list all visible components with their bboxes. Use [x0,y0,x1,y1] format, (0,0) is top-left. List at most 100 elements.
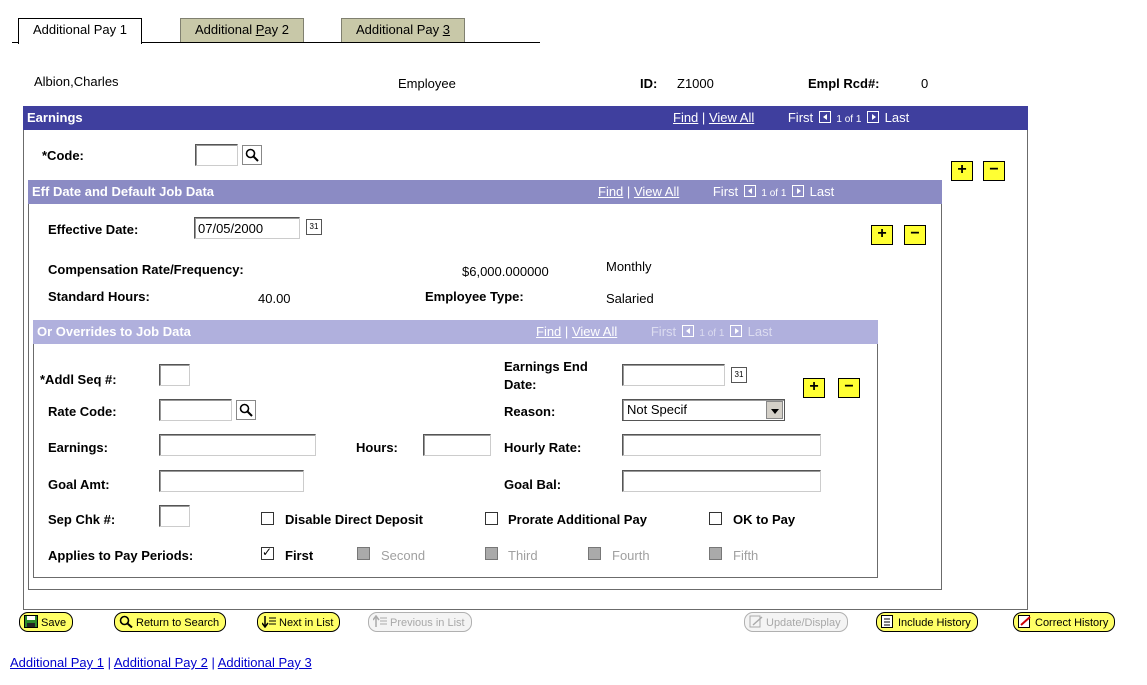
hourly-rate-input[interactable] [622,434,821,456]
earnings-amount-label: Earnings: [48,440,108,455]
eff-date-title: Eff Date and Default Job Data [32,184,215,199]
tab-additional-pay-1[interactable]: Additional Pay 1 [18,18,142,44]
earnings-end-date-label-1: Earnings End [504,359,588,374]
next-list-icon [261,615,276,629]
previous-in-list-button: Previous in List [368,612,472,632]
comp-rate-value: $6,000.000000 [462,264,549,279]
prorate-additional-pay-checkbox[interactable] [485,512,498,525]
employee-name: Albion,Charles [34,74,119,89]
goal-amt-label: Goal Amt: [48,477,110,492]
overrides-title: Or Overrides to Job Data [37,324,191,339]
goal-amt-input[interactable] [159,470,304,492]
rate-code-label: Rate Code: [48,404,117,419]
earnings-header: Earnings Find | View All First 1 of 1 La… [23,106,1028,130]
addl-seq-input[interactable] [159,364,190,386]
id-label: ID: [640,76,658,91]
ok-to-pay-checkbox[interactable] [709,512,722,525]
correct-history-icon [1018,615,1032,628]
rate-code-lookup-icon[interactable] [236,400,256,420]
earnings-end-date-input[interactable] [622,364,725,386]
sep-chk-input[interactable] [159,505,190,527]
save-icon [24,615,38,628]
hours-label: Hours: [356,440,398,455]
employee-role: Employee [398,76,456,91]
next-arrow-icon[interactable] [792,185,805,197]
footer-link-additional-pay-3[interactable]: Additional Pay 3 [218,655,312,670]
include-history-label: Include History [898,617,971,629]
code-label: *Code: [42,148,84,163]
effective-date-input[interactable] [194,217,300,239]
footer-link-additional-pay-2[interactable]: Additional Pay 2 [114,655,208,670]
overrides-find-link[interactable]: Find [536,324,561,339]
calendar-icon[interactable]: 31 [306,219,322,235]
ok-to-pay-label: OK to Pay [733,512,796,527]
save-label: Save [41,617,67,629]
eff-add-row-button[interactable]: + [871,225,893,245]
earnings-view-all-link[interactable]: View All [709,110,754,125]
period-second-checkbox [357,547,370,560]
update-display-icon [749,615,763,628]
employee-type-value: Salaried [606,291,654,306]
earnings-amount-input[interactable] [159,434,316,456]
goal-bal-label: Goal Bal: [504,477,562,492]
period-second-label: Second [381,548,426,563]
eff-view-all-link[interactable]: View All [634,184,679,199]
earnings-nav: Find | View All First 1 of 1 Last [673,110,909,125]
prorate-additional-pay-label: Prorate Additional Pay [508,512,647,527]
prev-arrow-icon[interactable] [818,111,831,123]
nav-sep: | [564,324,569,339]
earnings-end-date-label-2: Date: [504,377,537,392]
comp-rate-label: Compensation Rate/Frequency: [48,262,244,277]
hours-input[interactable] [423,434,491,456]
rate-code-input[interactable] [159,399,232,421]
next-in-list-button[interactable]: Next in List [257,612,341,632]
eff-date-nav: Find | View All First 1 of 1 Last [598,184,834,199]
tab-additional-pay-2[interactable]: Additional Pay 2 [180,18,304,43]
goal-bal-input[interactable] [622,470,821,492]
earnings-add-row-button[interactable]: + [951,161,973,181]
prev-arrow-icon[interactable] [743,185,756,197]
earnings-delete-row-button[interactable]: − [983,161,1005,181]
footer-links: Additional Pay 1 | Additional Pay 2 | Ad… [10,655,312,670]
save-button[interactable]: Save [19,612,74,632]
eff-delete-row-button[interactable]: − [904,225,926,245]
eff-find-link[interactable]: Find [598,184,623,199]
footer-link-additional-pay-1[interactable]: Additional Pay 1 [10,655,104,670]
overrides-header: Or Overrides to Job Data Find | View All… [33,320,878,344]
include-history-button[interactable]: Include History [876,612,978,632]
return-to-search-button[interactable]: Return to Search [114,612,227,632]
comp-frequency-value: Monthly [606,259,652,274]
period-fifth-label: Fifth [733,548,759,563]
tab-label: Additional Pay 1 [33,22,127,37]
overrides-view-all-link[interactable]: View All [572,324,617,339]
next-arrow-icon[interactable] [867,111,880,123]
period-first-label: First [285,548,314,563]
disable-direct-deposit-checkbox[interactable] [261,512,274,525]
eff-first-label: First [712,184,739,199]
earnings-title: Earnings [27,110,83,125]
next-in-list-label: Next in List [279,617,334,629]
earnings-find-link[interactable]: Find [673,110,698,125]
eff-last-label: Last [809,184,835,199]
overrides-last-label: Last [747,324,773,339]
correct-history-button[interactable]: Correct History [1013,612,1116,632]
update-display-label: Update/Display [766,617,841,629]
overrides-nav: Find | View All First 1 of 1 Last [536,324,772,339]
overrides-add-row-button[interactable]: + [803,378,825,398]
return-to-search-label: Return to Search [136,617,220,629]
employee-type-label: Employee Type: [425,289,524,304]
code-input[interactable] [195,144,238,166]
period-fourth-checkbox [588,547,601,560]
footer-sep: | [107,655,111,670]
earnings-last-label: Last [884,110,910,125]
id-value: Z1000 [677,76,714,91]
overrides-delete-row-button[interactable]: − [838,378,860,398]
eff-date-header: Eff Date and Default Job Data Find | Vie… [28,180,942,204]
chevron-down-icon[interactable] [766,401,783,419]
calendar-icon[interactable]: 31 [731,367,747,383]
period-first-checkbox[interactable] [261,545,274,560]
reason-select[interactable]: Not Specif [622,399,785,421]
period-fifth-checkbox [709,547,722,560]
tab-additional-pay-3[interactable]: Additional Pay 3 [341,18,465,43]
code-lookup-icon[interactable] [242,145,262,165]
